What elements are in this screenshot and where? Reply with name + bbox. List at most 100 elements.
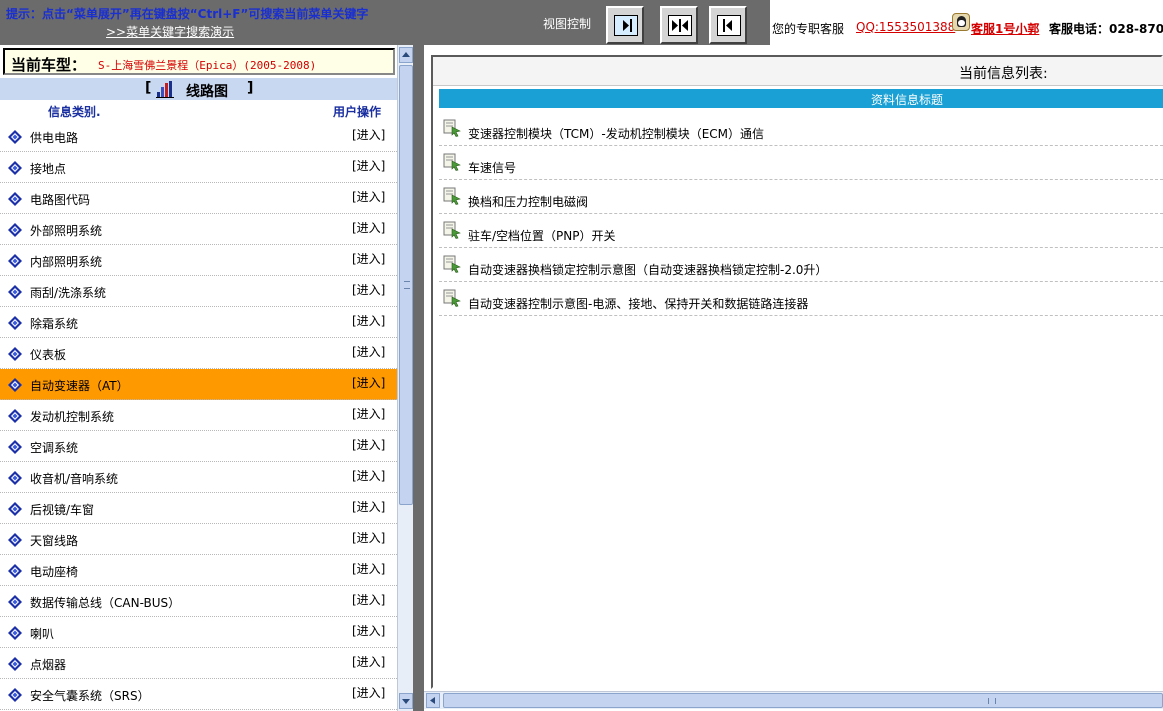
search-hint: 提示：点击“菜单展开”再在键盘按“Ctrl+F”可搜索当前菜单关键字: [6, 7, 369, 21]
enter-link[interactable]: [进入]: [352, 188, 385, 205]
info-item-label: 车速信号: [468, 161, 517, 175]
book-icon: [8, 688, 22, 702]
category-row[interactable]: 发动机控制系统 [进入]: [0, 400, 397, 431]
scroll-down-arrow[interactable]: [399, 693, 413, 709]
category-label: 后视镜/车窗: [30, 503, 95, 517]
book-icon: [8, 254, 22, 268]
document-arrow-icon: [443, 187, 461, 205]
info-item-label: 自动变速器控制示意图-电源、接地、保持开关和数据链路连接器: [468, 297, 809, 311]
category-row[interactable]: 除霜系统 [进入]: [0, 307, 397, 338]
enter-link[interactable]: [进入]: [352, 405, 385, 422]
top-bar: 提示：点击“菜单展开”再在键盘按“Ctrl+F”可搜索当前菜单关键字 >>菜单关…: [0, 0, 1163, 45]
category-row[interactable]: 电路图代码 [进入]: [0, 183, 397, 214]
current-vehicle-label: 当前车型：: [11, 56, 87, 74]
category-label: 外部照明系统: [30, 224, 103, 238]
enter-link[interactable]: [进入]: [352, 622, 385, 639]
document-arrow-icon: [443, 255, 461, 273]
bracket-right: ]: [247, 80, 254, 96]
book-icon: [8, 471, 22, 485]
panel-splitter[interactable]: [413, 45, 424, 711]
scroll-left-arrow[interactable]: [426, 693, 440, 708]
info-row[interactable]: 自动变速器控制示意图-电源、接地、保持开关和数据链路连接器: [439, 282, 1163, 316]
customer-service-bar: 您的专职客服 QQ:1553501388 客服1号小郭 客服电话：028-870: [770, 0, 1163, 45]
book-icon: [8, 285, 22, 299]
category-label: 电动座椅: [30, 565, 79, 579]
category-label: 喇叭: [30, 627, 55, 641]
expand-left-icon: [717, 15, 741, 36]
bar-chart-icon: [156, 81, 174, 98]
category-label: 发动机控制系统: [30, 410, 115, 424]
enter-link[interactable]: [进入]: [352, 281, 385, 298]
category-label: 仪表板: [30, 348, 67, 362]
info-row[interactable]: 变速器控制模块（TCM）-发动机控制模块（ECM）通信: [439, 112, 1163, 146]
qq-penguin-icon[interactable]: [952, 13, 970, 31]
book-icon: [8, 626, 22, 640]
category-row[interactable]: 安全气囊系统（SRS） [进入]: [0, 679, 397, 710]
book-icon: [8, 595, 22, 609]
enter-link[interactable]: [进入]: [352, 653, 385, 670]
category-label: 接地点: [30, 162, 67, 176]
category-label: 电路图代码: [30, 193, 91, 207]
category-row[interactable]: 内部照明系统 [进入]: [0, 245, 397, 276]
expand-right-button[interactable]: [606, 6, 644, 44]
enter-link[interactable]: [进入]: [352, 126, 385, 143]
enter-link[interactable]: [进入]: [352, 250, 385, 267]
service-qq-link[interactable]: QQ:1553501388: [856, 20, 955, 34]
enter-link[interactable]: [进入]: [352, 343, 385, 360]
category-row[interactable]: 电动座椅 [进入]: [0, 555, 397, 586]
info-row[interactable]: 换档和压力控制电磁阀: [439, 180, 1163, 214]
category-label: 天窗线路: [30, 534, 79, 548]
category-row[interactable]: 点烟器 [进入]: [0, 648, 397, 679]
right-panel: 当前信息列表: 资料信息标题 变速器控制模块（TCM）-发动机控制模块（ECM）…: [424, 45, 1163, 711]
service-agent-link[interactable]: 客服1号小郭: [971, 20, 1039, 37]
category-row[interactable]: 收音机/音响系统 [进入]: [0, 462, 397, 493]
info-row[interactable]: 自动变速器换档锁定控制示意图（自动变速器换档锁定控制-2.0升）: [439, 248, 1163, 282]
horizontal-scrollbar[interactable]: [424, 691, 1163, 709]
column-category: 信息类别.: [48, 105, 101, 119]
category-row[interactable]: 外部照明系统 [进入]: [0, 214, 397, 245]
book-icon: [8, 440, 22, 454]
scroll-thumb[interactable]: [399, 65, 413, 505]
split-both-button[interactable]: [660, 6, 698, 44]
expand-left-button[interactable]: [709, 6, 747, 44]
category-row[interactable]: 自动变速器（AT） [进入]: [0, 369, 397, 400]
current-vehicle-box: 当前车型： S-上海雪佛兰景程（Epica）(2005-2008): [3, 48, 395, 75]
enter-link[interactable]: [进入]: [352, 560, 385, 577]
category-row[interactable]: 雨刮/洗涤系统 [进入]: [0, 276, 397, 307]
category-row[interactable]: 喇叭 [进入]: [0, 617, 397, 648]
category-row[interactable]: 供电电路 [进入]: [0, 121, 397, 152]
category-label: 数据传输总线（CAN-BUS）: [30, 596, 181, 610]
info-row[interactable]: 车速信号: [439, 146, 1163, 180]
category-row[interactable]: 仪表板 [进入]: [0, 338, 397, 369]
enter-link[interactable]: [进入]: [352, 219, 385, 236]
category-row[interactable]: 后视镜/车窗 [进入]: [0, 493, 397, 524]
left-scrollbar[interactable]: [397, 45, 413, 711]
category-row[interactable]: 数据传输总线（CAN-BUS） [进入]: [0, 586, 397, 617]
info-list-title: 当前信息列表:: [959, 66, 1048, 82]
document-arrow-icon: [443, 289, 461, 307]
enter-link[interactable]: [进入]: [352, 591, 385, 608]
info-row[interactable]: 驻车/空档位置（PNP）开关: [439, 214, 1163, 248]
scroll-up-arrow[interactable]: [399, 47, 413, 63]
book-icon: [8, 161, 22, 175]
category-row[interactable]: 接地点 [进入]: [0, 152, 397, 183]
category-label: 供电电路: [30, 131, 79, 145]
category-list: 供电电路 [进入] 接地点 [进入] 电路图代码 [进入] 外部照明系统 [进入] 内部照明系统…: [0, 121, 397, 710]
enter-link[interactable]: [进入]: [352, 529, 385, 546]
horizontal-scroll-thumb[interactable]: [443, 693, 1163, 708]
search-demo-link[interactable]: >>菜单关键字搜索演示: [106, 23, 234, 40]
enter-link[interactable]: [进入]: [352, 436, 385, 453]
enter-link[interactable]: [进入]: [352, 684, 385, 701]
enter-link[interactable]: [进入]: [352, 157, 385, 174]
book-icon: [8, 378, 22, 392]
enter-link[interactable]: [进入]: [352, 498, 385, 515]
category-table-header: 信息类别. 用户操作: [0, 100, 397, 120]
category-row[interactable]: 天窗线路 [进入]: [0, 524, 397, 555]
enter-link[interactable]: [进入]: [352, 374, 385, 391]
enter-link[interactable]: [进入]: [352, 312, 385, 329]
category-row[interactable]: 空调系统 [进入]: [0, 431, 397, 462]
category-label: 安全气囊系统（SRS）: [30, 689, 150, 703]
book-icon: [8, 564, 22, 578]
book-icon: [8, 657, 22, 671]
enter-link[interactable]: [进入]: [352, 467, 385, 484]
